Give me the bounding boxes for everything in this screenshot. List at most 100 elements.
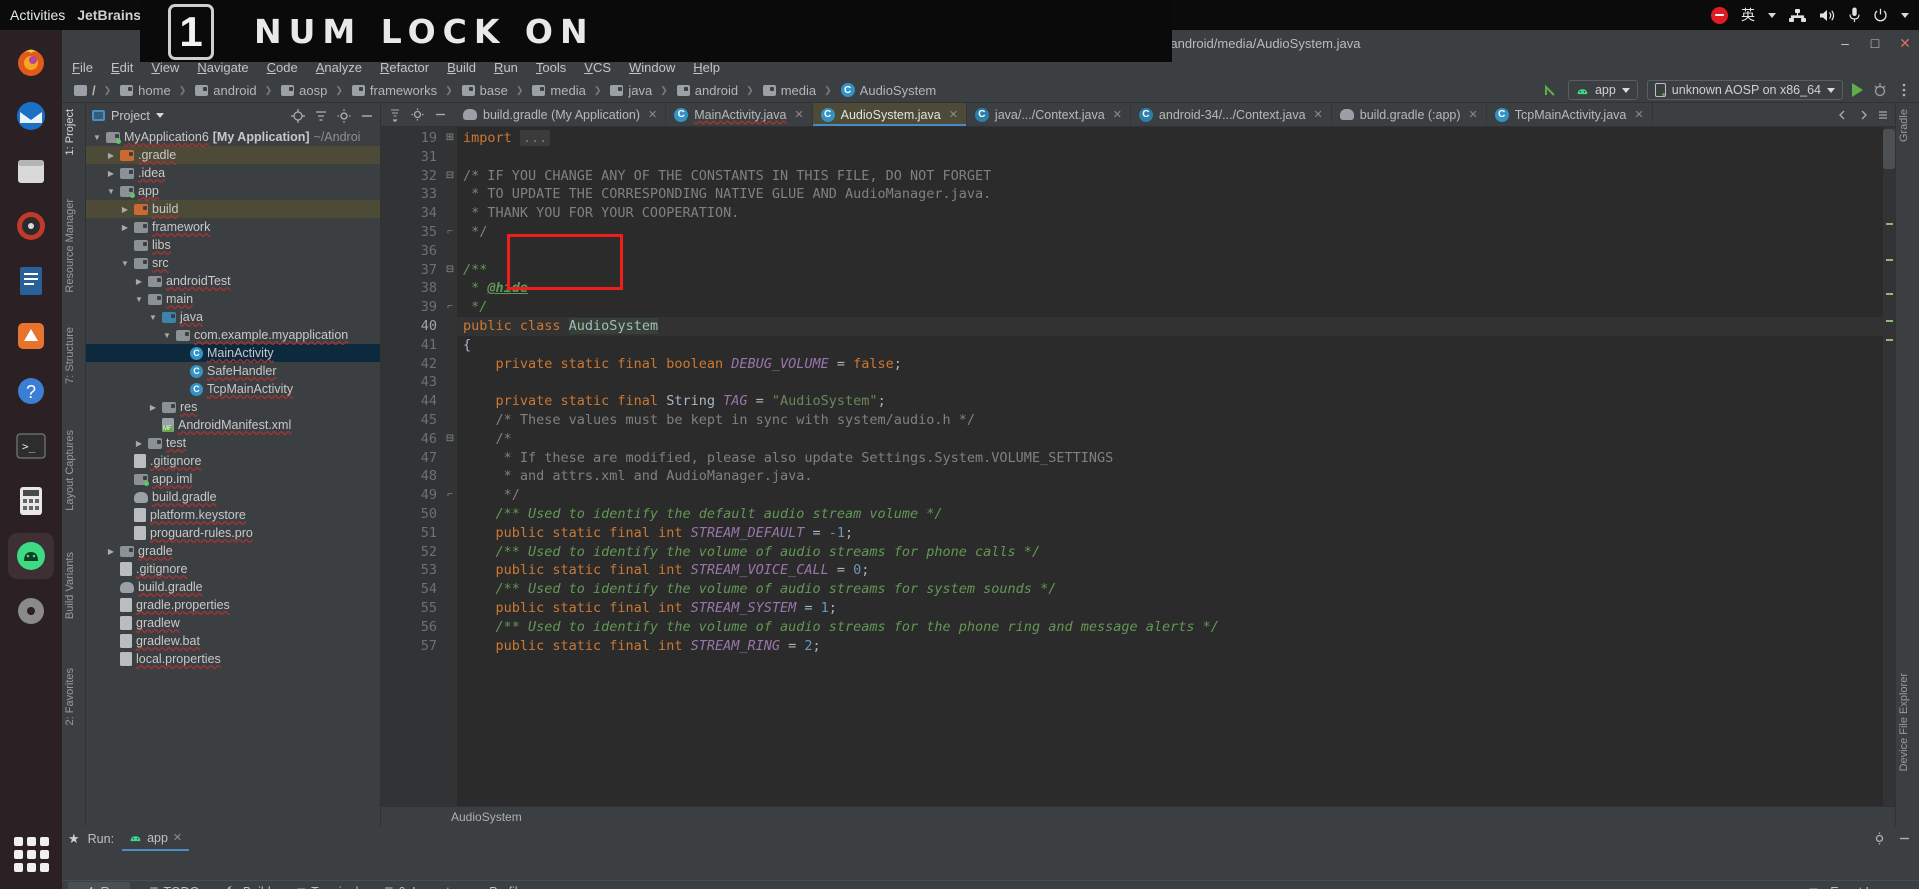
close-icon[interactable]: ✕: [1634, 108, 1643, 121]
tree-node-app[interactable]: ▼ app: [86, 182, 380, 200]
tool-button-4run[interactable]: ▶4: Run: [68, 881, 130, 889]
tree-node-local.properties[interactable]: local.properties: [86, 650, 380, 668]
tree-node-safehandler[interactable]: C SafeHandler: [86, 362, 380, 380]
collapse-all-icon[interactable]: [314, 109, 328, 123]
breadcrumb-item-base[interactable]: base: [441, 83, 512, 98]
run-tab-app[interactable]: app ✕: [122, 826, 190, 851]
code-fold-toggle[interactable]: ⌐: [443, 223, 457, 242]
dock-item-terminal[interactable]: >_: [8, 423, 54, 469]
chevron-down-icon[interactable]: ▼: [106, 187, 116, 196]
tree-node-gradlew[interactable]: gradlew: [86, 614, 380, 632]
tree-node-proguardrules.pro[interactable]: proguard-rules.pro: [86, 524, 380, 542]
tree-node-framework[interactable]: ▶ framework: [86, 218, 380, 236]
editor-tab-audiosystemjava[interactable]: C AudioSystem.java ✕: [812, 103, 967, 126]
breadcrumb-item-java[interactable]: java: [590, 83, 656, 98]
close-icon[interactable]: ✕: [1314, 108, 1323, 121]
dock-item-firefox[interactable]: [8, 38, 54, 84]
breadcrumb-item-android[interactable]: android: [656, 83, 742, 98]
chevron-down-icon[interactable]: [1768, 12, 1776, 18]
breadcrumb-item-frameworks[interactable]: frameworks: [331, 83, 441, 98]
tree-node-.gitignore[interactable]: .gitignore: [86, 452, 380, 470]
target-icon[interactable]: [291, 108, 305, 123]
tool-button-build[interactable]: 🔨Build: [219, 882, 276, 889]
code-fold-toggle[interactable]: ⊟: [443, 167, 457, 186]
chevron-right-icon[interactable]: ▶: [120, 223, 130, 232]
chevron-down-icon[interactable]: ▼: [148, 313, 158, 322]
tree-node-build[interactable]: ▶ build: [86, 200, 380, 218]
favorites-star-icon[interactable]: ★: [68, 831, 80, 847]
tree-node-main[interactable]: ▼ main: [86, 290, 380, 308]
event-log-button[interactable]: Event Log: [1830, 885, 1886, 889]
tool-window-button-gradle[interactable]: Gradle: [1898, 109, 1910, 142]
tree-node-.idea[interactable]: ▶ .idea: [86, 164, 380, 182]
tree-node-app.iml[interactable]: app.iml: [86, 470, 380, 488]
input-method-icon[interactable]: 英: [1741, 5, 1755, 25]
dock-item-files[interactable]: [8, 148, 54, 194]
editor-tab-javacontextjava[interactable]: Cjava/.../Context.java ✕: [967, 103, 1131, 126]
editor-tab-buildgradleapp[interactable]: build.gradle (:app) ✕: [1332, 103, 1487, 126]
error-stripe-gutter[interactable]: [1883, 127, 1895, 806]
code-fold-toggle[interactable]: ⊟: [443, 430, 457, 449]
editor-tab-android34contextjava[interactable]: Candroid-34/.../Context.java ✕: [1131, 103, 1332, 126]
run-configuration-selector[interactable]: app: [1567, 80, 1638, 100]
code-fold-toggle[interactable]: ⌐: [443, 486, 457, 505]
tool-window-button-1project[interactable]: 1: Project: [64, 109, 76, 155]
tool-window-button-7structure[interactable]: 7: Structure: [64, 327, 76, 384]
tree-node-build.gradle[interactable]: build.gradle: [86, 578, 380, 596]
editor-breadcrumb[interactable]: AudioSystem: [381, 806, 1895, 826]
chevron-right-icon[interactable]: ▶: [120, 205, 130, 214]
chevron-down-icon[interactable]: [155, 113, 164, 118]
code-fold-toggle[interactable]: ⊟: [443, 261, 457, 280]
tool-button-terminal[interactable]: ▣Terminal: [291, 882, 365, 889]
tool-window-button-devicefileexplorer[interactable]: Device File Explorer: [1898, 673, 1910, 771]
breadcrumb-item-media[interactable]: media: [742, 83, 820, 98]
close-icon[interactable]: ✕: [949, 108, 958, 121]
chevron-right-icon[interactable]: ▶: [148, 403, 158, 412]
tree-node-com.example.myapplication[interactable]: ▼ com.example.myapplication: [86, 326, 380, 344]
breadcrumb-item-android[interactable]: android: [175, 83, 261, 98]
dock-item-calculator[interactable]: [8, 478, 54, 524]
close-icon[interactable]: ✕: [648, 108, 657, 121]
tool-button-profiler[interactable]: ∿Profiler: [470, 882, 535, 889]
chevron-right-icon[interactable]: ▶: [134, 439, 144, 448]
chevron-right-icon[interactable]: ▶: [106, 547, 116, 556]
menu-file[interactable]: File: [72, 60, 93, 75]
tree-node-gradlew.bat[interactable]: gradlew.bat: [86, 632, 380, 650]
chevron-down-icon[interactable]: ▼: [92, 133, 102, 142]
close-button[interactable]: ✕: [1897, 35, 1913, 51]
sync-arrow-icon[interactable]: [1543, 82, 1559, 98]
scroll-left-icon[interactable]: [1837, 109, 1849, 121]
editor-tab-tcpmainactivityjava[interactable]: C TcpMainActivity.java ✕: [1487, 103, 1653, 126]
scroll-right-icon[interactable]: [1857, 109, 1869, 121]
tree-node-test[interactable]: ▶ test: [86, 434, 380, 452]
tree-node-tcpmainactivity[interactable]: C TcpMainActivity: [86, 380, 380, 398]
tool-window-button-2favorites[interactable]: 2: Favorites: [64, 668, 76, 725]
tree-node-libs[interactable]: libs: [86, 236, 380, 254]
volume-icon[interactable]: [1819, 8, 1836, 23]
dock-item-rhythmbox[interactable]: [8, 203, 54, 249]
tree-node-mainactivity[interactable]: C MainActivity: [86, 344, 380, 362]
menu-edit[interactable]: Edit: [111, 60, 133, 75]
breadcrumb-item-media[interactable]: media: [512, 83, 590, 98]
sort-icon[interactable]: [389, 108, 401, 122]
tree-node-platform.keystore[interactable]: platform.keystore: [86, 506, 380, 524]
tree-node-androidtest[interactable]: ▶ androidTest: [86, 272, 380, 290]
close-icon[interactable]: ✕: [1113, 108, 1122, 121]
more-actions-icon[interactable]: [1897, 82, 1911, 98]
tree-node-build.gradle[interactable]: build.gradle: [86, 488, 380, 506]
dock-item-dvd-drive[interactable]: [8, 588, 54, 634]
editor-scrollbar-thumb[interactable]: [1883, 129, 1895, 169]
maximize-button[interactable]: □: [1867, 35, 1883, 51]
tree-node-gradle[interactable]: ▶ gradle: [86, 542, 380, 560]
dock-item-help[interactable]: ?: [8, 368, 54, 414]
debug-button[interactable]: [1872, 82, 1888, 98]
chevron-right-icon[interactable]: ▶: [106, 151, 116, 160]
dock-item-thunderbird[interactable]: [8, 93, 54, 139]
tool-button-todo[interactable]: ☰TODO: [144, 882, 206, 889]
system-menu-chevron-icon[interactable]: [1901, 12, 1909, 18]
dock-item-android-studio[interactable]: [8, 533, 54, 579]
run-button[interactable]: [1852, 83, 1863, 97]
code-folding-gutter[interactable]: ⊞ ⊟ ⌐ ⊟ ⌐ ⊟ ⌐: [443, 127, 457, 806]
hide-icon[interactable]: [434, 108, 447, 121]
code-fold-toggle[interactable]: ⊞: [443, 129, 457, 148]
